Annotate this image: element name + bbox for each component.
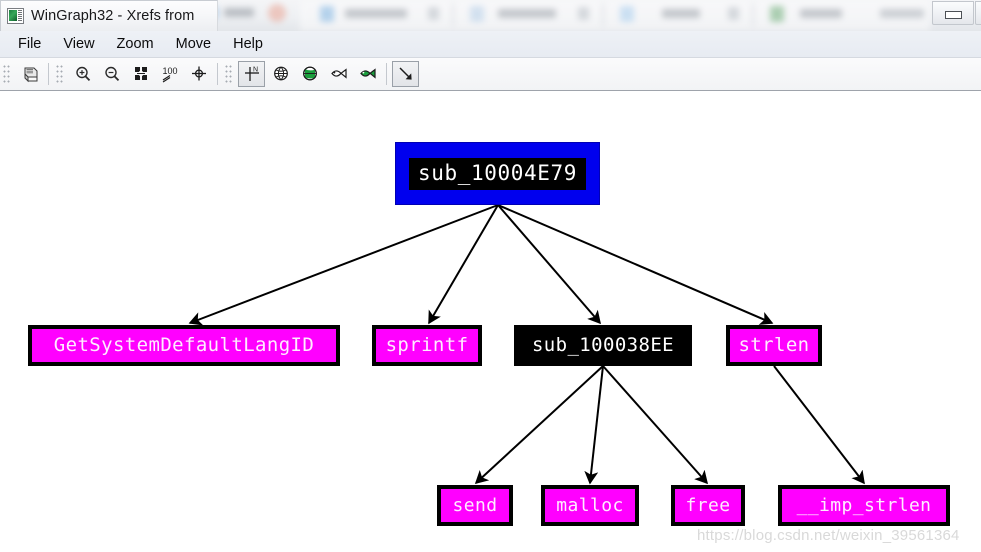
node-label: send: [452, 494, 498, 516]
graph-node-send[interactable]: send: [437, 485, 513, 526]
graph-node-sub-100038ee[interactable]: sub_100038EE: [514, 325, 692, 366]
zoom-100-button[interactable]: 100: [156, 61, 183, 87]
print-button[interactable]: [16, 61, 43, 87]
edge-root-to-sprintf: [428, 204, 499, 325]
graph-node-getsystemdefaultlangid[interactable]: GetSystemDefaultLangID: [28, 325, 340, 366]
svg-text:M: M: [138, 71, 142, 79]
root-node-button[interactable]: N: [238, 61, 265, 87]
node-label: __imp_strlen: [796, 494, 932, 516]
zoom-out-button[interactable]: [98, 61, 125, 87]
graph-canvas[interactable]: sub_10004E79 GetSystemDefaultLangID spri…: [0, 91, 981, 552]
zoom-in-icon: [73, 65, 93, 84]
fish-outline-icon: [328, 65, 350, 84]
app-icon: [7, 8, 24, 24]
globe-outline-button[interactable]: [267, 61, 294, 87]
edge-sub-100038ee-to-send: [474, 365, 604, 485]
graph-node-malloc[interactable]: malloc: [541, 485, 639, 526]
root-node-icon: N: [242, 65, 262, 84]
toolbar: M 100 N: [0, 58, 981, 91]
edge-strlen-to-imp-strlen: [773, 365, 865, 485]
menu-item-help[interactable]: Help: [222, 34, 274, 55]
edge-sub-100038ee-to-malloc: [584, 365, 604, 485]
edge-sub-100038ee-to-free: [602, 365, 708, 485]
node-label: GetSystemDefaultLangID: [53, 334, 315, 356]
fit-to-window-icon: M: [131, 65, 151, 84]
edge-root-to-getsystemdefaultlangid: [188, 204, 499, 326]
menu-item-move[interactable]: Move: [165, 34, 222, 55]
toolbar-grip[interactable]: [56, 63, 65, 85]
toolbar-grip[interactable]: [225, 63, 234, 85]
menu-item-file[interactable]: File: [7, 34, 52, 55]
maximize-button[interactable]: [975, 1, 981, 25]
watermark: https://blog.csdn.net/weixin_39561364: [697, 527, 960, 544]
edge-root-to-sub-100038ee: [497, 204, 601, 325]
zoom-100-icon: 100: [159, 65, 181, 84]
toolbar-separator: [386, 63, 387, 85]
graph-node-sprintf[interactable]: sprintf: [372, 325, 482, 366]
svg-text:N: N: [252, 66, 257, 73]
arrow-down-right-icon: [396, 65, 416, 84]
node-label: strlen: [738, 334, 810, 356]
graph-node-sub-10004e79[interactable]: sub_10004E79: [395, 142, 600, 205]
graph-node-strlen[interactable]: strlen: [726, 325, 822, 366]
minimize-button[interactable]: [932, 1, 974, 25]
wingraph32-window: WinGraph32 - Xrefs from File View Zoom M…: [0, 0, 981, 552]
graph-node-imp-strlen[interactable]: __imp_strlen: [778, 485, 950, 526]
node-label: malloc: [556, 494, 624, 516]
center-crosshair-icon: [189, 65, 209, 84]
menu-item-zoom[interactable]: Zoom: [106, 34, 165, 55]
toolbar-separator: [48, 63, 49, 85]
globe-green-button[interactable]: [296, 61, 323, 87]
toolbar-grip[interactable]: [3, 63, 12, 85]
print-icon: [20, 65, 40, 84]
graph-node-free[interactable]: free: [671, 485, 745, 526]
globe-outline-icon: [271, 65, 291, 84]
node-label: sub_100038EE: [531, 334, 675, 356]
node-label: free: [685, 494, 731, 516]
minimize-icon: [945, 11, 962, 19]
menu-item-view[interactable]: View: [52, 34, 105, 55]
node-label: sprintf: [385, 334, 469, 356]
fish-outline-button[interactable]: [325, 61, 352, 87]
edge-root-to-strlen: [497, 204, 774, 325]
fish-green-button[interactable]: [354, 61, 381, 87]
globe-green-icon: [300, 65, 320, 84]
zoom-out-icon: [102, 65, 122, 84]
window-title: WinGraph32 - Xrefs from: [31, 8, 195, 24]
zoom-in-button[interactable]: [69, 61, 96, 87]
fish-green-icon: [357, 65, 379, 84]
menu-bar: File View Zoom Move Help: [0, 31, 981, 58]
center-button[interactable]: [185, 61, 212, 87]
arrow-mode-button[interactable]: [392, 61, 419, 87]
toolbar-separator: [217, 63, 218, 85]
node-label: sub_10004E79: [409, 157, 586, 190]
fit-window-button[interactable]: M: [127, 61, 154, 87]
svg-text:100: 100: [162, 66, 177, 76]
title-bar[interactable]: WinGraph32 - Xrefs from: [0, 0, 218, 31]
